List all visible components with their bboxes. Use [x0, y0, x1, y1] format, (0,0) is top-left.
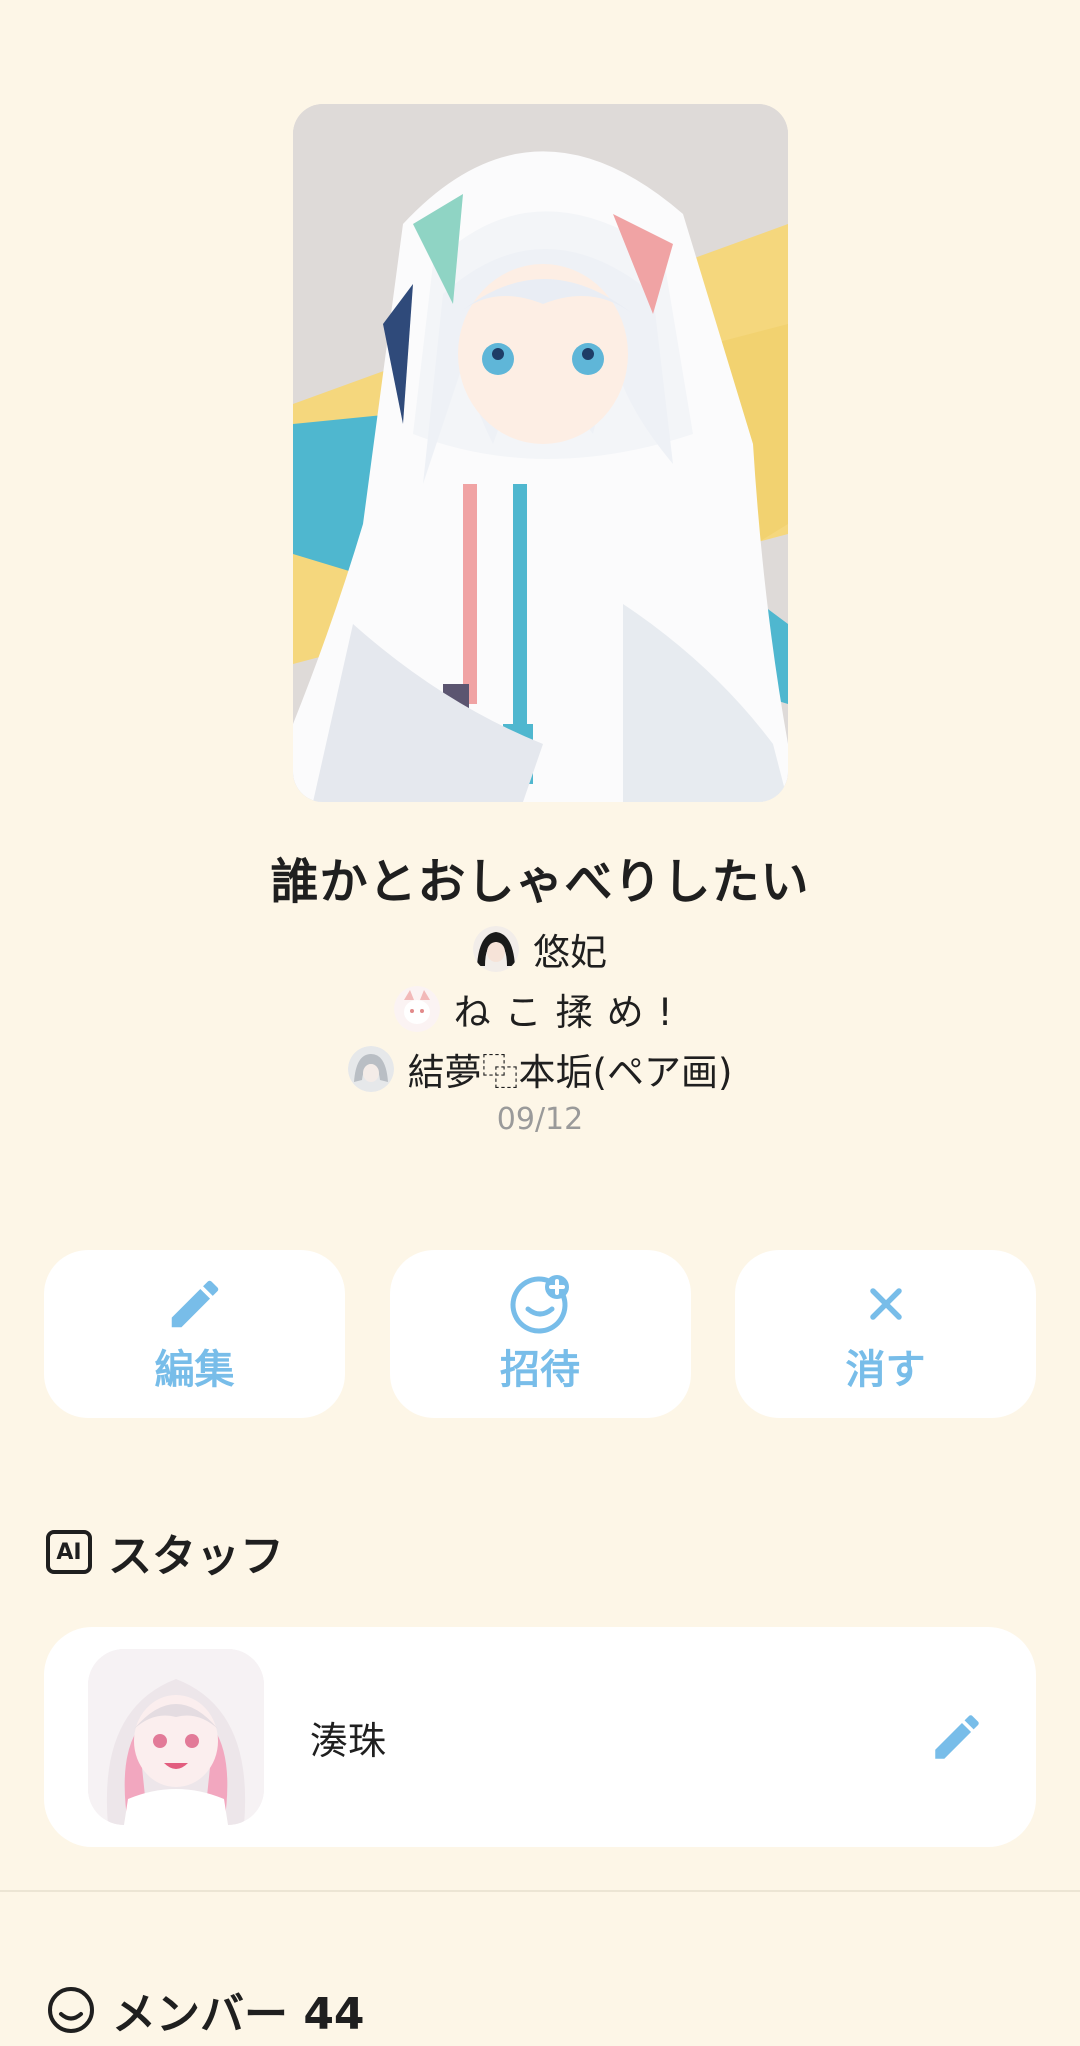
- avatar-cat-ears-icon: [393, 986, 440, 1032]
- creator-row[interactable]: ねこ揉め!: [0, 984, 1080, 1034]
- avatar-silver-hair-icon: [347, 1046, 394, 1092]
- creator-name: 悠妃: [533, 931, 607, 974]
- staff-name: 湊珠: [310, 1718, 387, 1763]
- edit-button[interactable]: 編集: [44, 1250, 345, 1418]
- invite-label: 招待: [500, 1347, 580, 1393]
- room-actions: 編集 招待 消す: [44, 1250, 1036, 1418]
- creator-name: ねこ揉め!: [453, 991, 687, 1034]
- pencil-icon[interactable]: [928, 1708, 986, 1766]
- room-title: 誰かとおしゃべりしたい: [270, 854, 810, 910]
- staff-avatar: [88, 1649, 264, 1825]
- pencil-icon: [164, 1273, 226, 1335]
- avatar-dark-hair-icon: [473, 926, 519, 972]
- section-divider: [0, 1890, 1080, 1892]
- room-cover-image: [293, 104, 788, 802]
- staff-card[interactable]: 湊珠: [44, 1627, 1036, 1847]
- staff-heading: スタッフ: [108, 1531, 284, 1582]
- creator-name: 結夢⿻本垢(ペア画): [407, 1051, 733, 1094]
- close-icon: [855, 1273, 917, 1335]
- creator-row[interactable]: 悠妃: [0, 924, 1080, 974]
- smile-icon: [46, 1985, 96, 2035]
- ai-badge-icon: AI: [46, 1530, 92, 1574]
- edit-label: 編集: [154, 1347, 235, 1393]
- members-heading: メンバー 44: [112, 1989, 365, 2040]
- delete-button[interactable]: 消す: [735, 1250, 1036, 1418]
- invite-button[interactable]: 招待: [389, 1250, 691, 1418]
- creator-row[interactable]: 結夢⿻本垢(ペア画): [0, 1044, 1080, 1094]
- room-detail-page: 誰かとおしゃべりしたい 悠妃 ねこ揉め! 結夢⿻本垢(ペア画) 09/12 編集: [0, 0, 1080, 2046]
- room-date: 09/12: [496, 1102, 584, 1137]
- smile-plus-icon: [509, 1273, 571, 1335]
- delete-label: 消す: [845, 1347, 926, 1393]
- members-section-header: メンバー 44: [46, 1978, 365, 2042]
- staff-section-header: AI スタッフ: [46, 1520, 284, 1584]
